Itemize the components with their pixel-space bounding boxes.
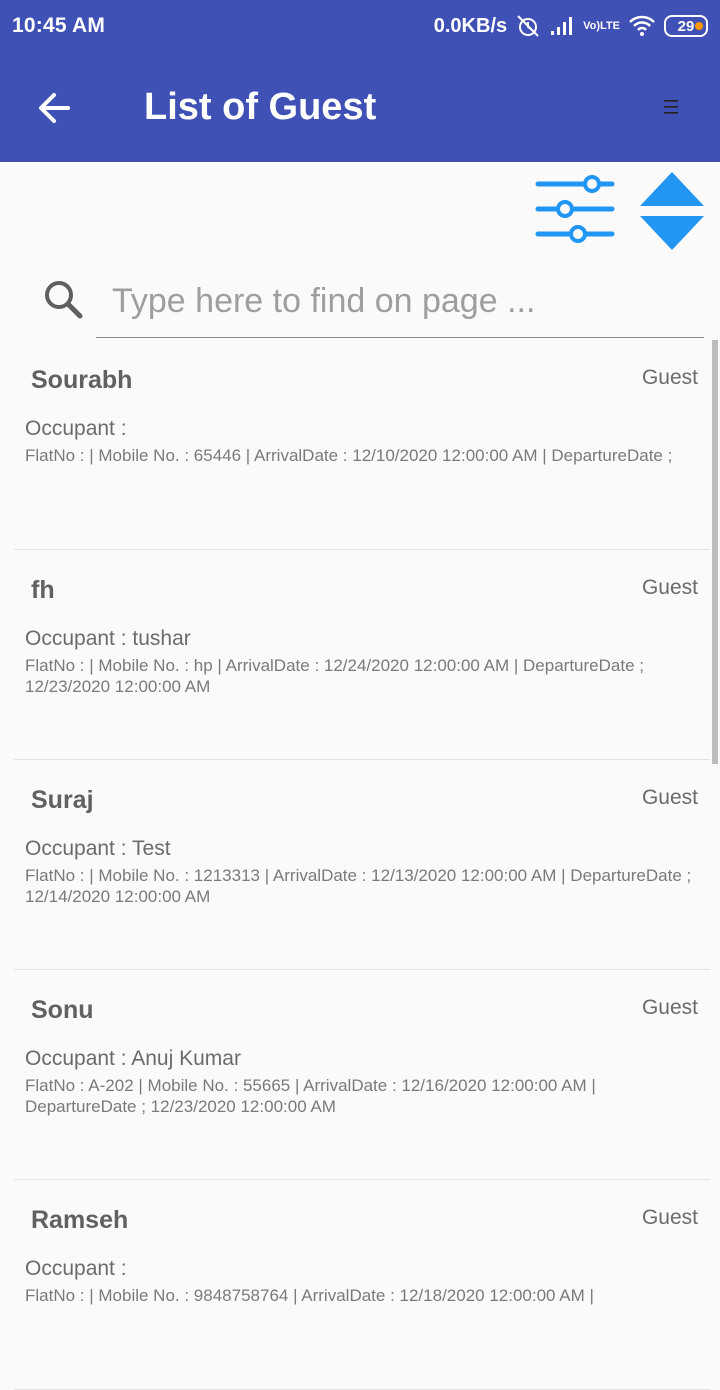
guest-occupant: Occupant : tushar bbox=[25, 627, 191, 650]
guest-occupant: Occupant : Anuj Kumar bbox=[25, 1047, 241, 1070]
status-bar: 10:45 AM 0.0KB/s Vo) LTE 29 bbox=[0, 0, 720, 52]
guest-name: fh bbox=[31, 576, 55, 604]
volte-icon: Vo) LTE bbox=[583, 20, 620, 32]
guest-details: FlatNo : | Mobile No. : 65446 | ArrivalD… bbox=[25, 446, 673, 465]
network-speed: 0.0KB/s bbox=[433, 14, 508, 37]
back-arrow-icon bbox=[39, 93, 70, 123]
search-input[interactable] bbox=[96, 266, 704, 338]
status-time: 10:45 AM bbox=[12, 14, 106, 37]
guest-occupant: Occupant : bbox=[25, 417, 127, 440]
guest-list: Sourabh Guest Occupant : FlatNo : | Mobi… bbox=[0, 340, 720, 1390]
guest-type: Guest bbox=[641, 366, 698, 389]
sort-up-down-icon bbox=[640, 172, 704, 250]
guest-card[interactable]: Ramseh Guest Occupant : FlatNo : | Mobil… bbox=[14, 1180, 710, 1390]
guest-name: Sourabh bbox=[31, 366, 133, 394]
sort-button[interactable] bbox=[638, 170, 706, 252]
guest-name: Suraj bbox=[31, 786, 94, 814]
guest-type: Guest bbox=[641, 576, 698, 599]
app-bar: List of Guest bbox=[0, 52, 720, 162]
guest-details: FlatNo : | Mobile No. : 1213313 | Arriva… bbox=[25, 866, 692, 906]
guest-details: FlatNo : | Mobile No. : 9848758764 | Arr… bbox=[25, 1286, 594, 1305]
guest-details: FlatNo : | Mobile No. : hp | ArrivalDate… bbox=[25, 656, 644, 696]
filter-button[interactable] bbox=[534, 172, 616, 248]
guest-type: Guest bbox=[641, 786, 698, 809]
guest-card[interactable]: fh Guest Occupant : tushar FlatNo : | Mo… bbox=[14, 550, 710, 760]
search-icon bbox=[42, 278, 84, 320]
wifi-icon bbox=[628, 15, 656, 37]
guest-type: Guest bbox=[641, 1206, 698, 1229]
menu-button[interactable] bbox=[660, 96, 682, 118]
page-title: List of Guest bbox=[144, 86, 377, 128]
hamburger-menu-icon bbox=[664, 100, 678, 114]
battery-indicator: 29 bbox=[664, 15, 708, 37]
guest-card[interactable]: Sourabh Guest Occupant : FlatNo : | Mobi… bbox=[14, 340, 710, 550]
guest-type: Guest bbox=[641, 996, 698, 1019]
status-icons: 0.0KB/s Vo) LTE 29 bbox=[434, 13, 708, 39]
back-button[interactable] bbox=[34, 86, 78, 130]
guest-card[interactable]: Sonu Guest Occupant : Anuj Kumar FlatNo … bbox=[14, 970, 710, 1180]
alarm-off-icon bbox=[515, 13, 541, 39]
filter-sliders-icon bbox=[535, 175, 615, 243]
guest-card[interactable]: Suraj Guest Occupant : Test FlatNo : | M… bbox=[14, 760, 710, 970]
guest-name: Sonu bbox=[31, 996, 94, 1024]
list-scrollbar[interactable] bbox=[712, 340, 718, 764]
guest-occupant: Occupant : bbox=[25, 1257, 127, 1280]
guest-details: FlatNo : A-202 | Mobile No. : 55665 | Ar… bbox=[25, 1076, 596, 1116]
guest-name: Ramseh bbox=[31, 1206, 129, 1234]
signal-icon bbox=[549, 15, 575, 37]
battery-level: 29 bbox=[677, 17, 695, 35]
guest-occupant: Occupant : Test bbox=[25, 837, 171, 860]
